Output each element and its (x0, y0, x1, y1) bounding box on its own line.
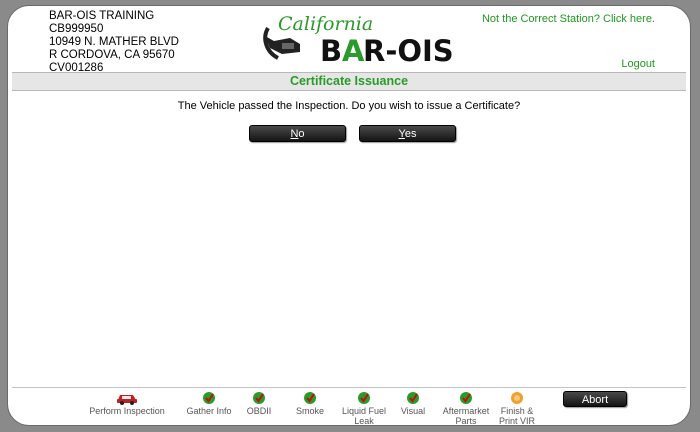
pending-circle-icon (511, 392, 523, 404)
logo-script: California (278, 13, 373, 35)
abort-button[interactable]: Abort (563, 391, 627, 407)
step-smoke[interactable]: Smoke (290, 391, 330, 416)
bottom-divider (12, 387, 686, 388)
step-label: Smoke (295, 406, 324, 416)
check-circle-icon (358, 392, 370, 404)
station-name: BAR-OIS TRAINING (49, 10, 155, 22)
step-label: Liquid Fuel Leak (341, 406, 387, 426)
step-label: Perform Inspection (89, 406, 165, 416)
step-visual[interactable]: Visual (393, 391, 433, 416)
step-label: Finish & Print VIR (498, 406, 535, 426)
page-title: Certificate Issuance (12, 72, 686, 91)
step-gather-info[interactable]: Gather Info (183, 391, 235, 416)
step-aftermarket-parts[interactable]: Aftermarket Parts (438, 391, 494, 426)
check-circle-icon (460, 392, 472, 404)
step-label: Gather Info (186, 406, 232, 416)
station-city: R CORDOVA, CA 95670 (49, 49, 175, 61)
yes-label-rest: es (404, 128, 417, 140)
check-circle-icon (203, 392, 215, 404)
step-liquid-fuel-leak[interactable]: Liquid Fuel Leak (338, 391, 390, 426)
step-label: Visual (400, 406, 426, 416)
car-icon (117, 395, 137, 405)
logo-r-ois: R-OIS (363, 34, 454, 66)
logo-b: B (320, 34, 342, 66)
no-label-rest: o (298, 128, 305, 140)
main-frame: BAR-OIS TRAINING CB999950 10949 N. MATHE… (7, 5, 691, 426)
no-button[interactable]: No (249, 125, 346, 142)
step-obdii[interactable]: OBDII (239, 391, 279, 416)
california-bar-ois-logo: California B A R-OIS (263, 13, 454, 66)
station-info: BAR-OIS TRAINING CB999950 10949 N. MATHE… (49, 10, 179, 75)
logout-link[interactable]: Logout (621, 58, 655, 70)
not-correct-station-link[interactable]: Not the Correct Station? Click here. (482, 13, 655, 25)
check-circle-icon (304, 392, 316, 404)
yes-button[interactable]: Yes (359, 125, 456, 142)
station-id: CB999950 (49, 23, 104, 35)
check-circle-icon (407, 392, 419, 404)
step-perform-inspection[interactable]: Perform Inspection (86, 391, 168, 416)
station-address: 10949 N. MATHER BLVD (49, 36, 179, 48)
step-label: OBDII (246, 406, 272, 416)
step-label: Aftermarket Parts (442, 406, 490, 426)
check-circle-icon (253, 392, 265, 404)
logo-a: A (342, 34, 365, 66)
certificate-question: The Vehicle passed the Inspection. Do yo… (177, 100, 521, 112)
step-finish-print-vir[interactable]: Finish & Print VIR (495, 391, 539, 426)
